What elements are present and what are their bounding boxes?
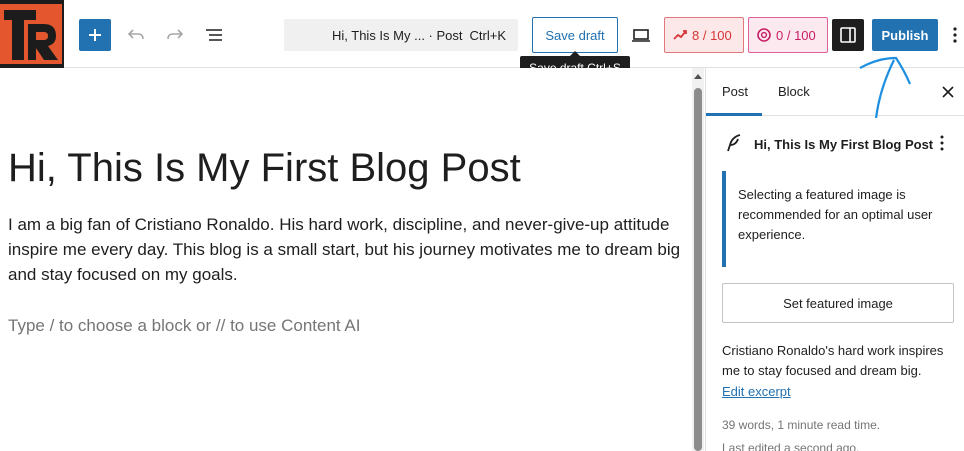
- feather-icon: [727, 134, 741, 152]
- tab-post[interactable]: Post: [722, 84, 748, 99]
- laptop-icon: [632, 29, 650, 42]
- featured-image-notice: Selecting a featured image is recommende…: [722, 171, 954, 267]
- active-tab-indicator: [706, 113, 762, 116]
- close-sidebar-button[interactable]: [938, 82, 958, 102]
- command-title: Hi, This Is My ... · Post: [332, 28, 463, 43]
- seo-score: 8 / 100: [692, 28, 732, 43]
- set-featured-image-button[interactable]: Set featured image: [722, 283, 954, 323]
- content-ai-score: 0 / 100: [776, 28, 816, 43]
- seo-rocket-icon: [673, 30, 687, 40]
- post-title[interactable]: Hi, This Is My First Blog Post: [8, 146, 521, 191]
- sidebar-toggle-icon: [840, 27, 856, 43]
- post-excerpt: Cristiano Ronaldo's hard work inspires m…: [722, 343, 944, 378]
- word-count: 39 words, 1 minute read time.: [722, 418, 881, 432]
- more-vertical-icon[interactable]: [934, 134, 950, 152]
- redo-icon: [167, 29, 184, 40]
- close-icon: [942, 86, 954, 98]
- editor-header: Hi, This Is My ... · Post Ctrl+K Save dr…: [0, 0, 964, 68]
- more-vertical-icon: [953, 27, 957, 43]
- command-palette-bar[interactable]: Hi, This Is My ... · Post Ctrl+K: [284, 19, 518, 51]
- notice-text: Selecting a featured image is recommende…: [738, 187, 933, 242]
- publish-button[interactable]: Publish: [872, 19, 938, 51]
- save-draft-button[interactable]: Save draft: [532, 17, 618, 53]
- content-ai-icon: [757, 28, 771, 42]
- undo-button[interactable]: [120, 19, 152, 51]
- document-header: Hi, This Is My First Blog Post: [706, 128, 964, 158]
- tab-block[interactable]: Block: [778, 84, 810, 99]
- scroll-up-arrow[interactable]: [694, 74, 702, 79]
- redo-button[interactable]: [159, 19, 191, 51]
- add-block-button[interactable]: [79, 19, 111, 51]
- editor-canvas: Hi, This Is My First Blog Post I am a bi…: [0, 68, 692, 451]
- last-edited: Last edited a second ago.: [722, 441, 860, 451]
- settings-sidebar: Post Block Hi, This Is My First Blog Pos…: [705, 68, 964, 451]
- command-shortcut: Ctrl+K: [469, 28, 506, 43]
- list-view-button[interactable]: [198, 19, 230, 51]
- options-button[interactable]: [946, 19, 964, 51]
- document-title: Hi, This Is My First Blog Post: [754, 137, 934, 152]
- content-ai-score-button[interactable]: 0 / 100: [748, 17, 828, 53]
- preview-button[interactable]: [625, 19, 657, 51]
- seo-score-button[interactable]: 8 / 100: [664, 17, 744, 53]
- plus-icon: [89, 29, 101, 41]
- paragraph-block[interactable]: I am a big fan of Cristiano Ronaldo. His…: [8, 212, 684, 287]
- site-logo[interactable]: [0, 0, 64, 68]
- editor-scrollbar-thumb[interactable]: [694, 88, 702, 451]
- sidebar-tabs: Post Block: [706, 68, 964, 116]
- undo-icon: [127, 29, 144, 40]
- list-view-icon: [206, 29, 222, 41]
- annotation-arrow: [859, 56, 912, 119]
- block-placeholder[interactable]: Type / to choose a block or // to use Co…: [8, 316, 360, 336]
- edit-excerpt-link[interactable]: Edit excerpt: [722, 384, 791, 399]
- settings-toggle-button[interactable]: [832, 19, 864, 51]
